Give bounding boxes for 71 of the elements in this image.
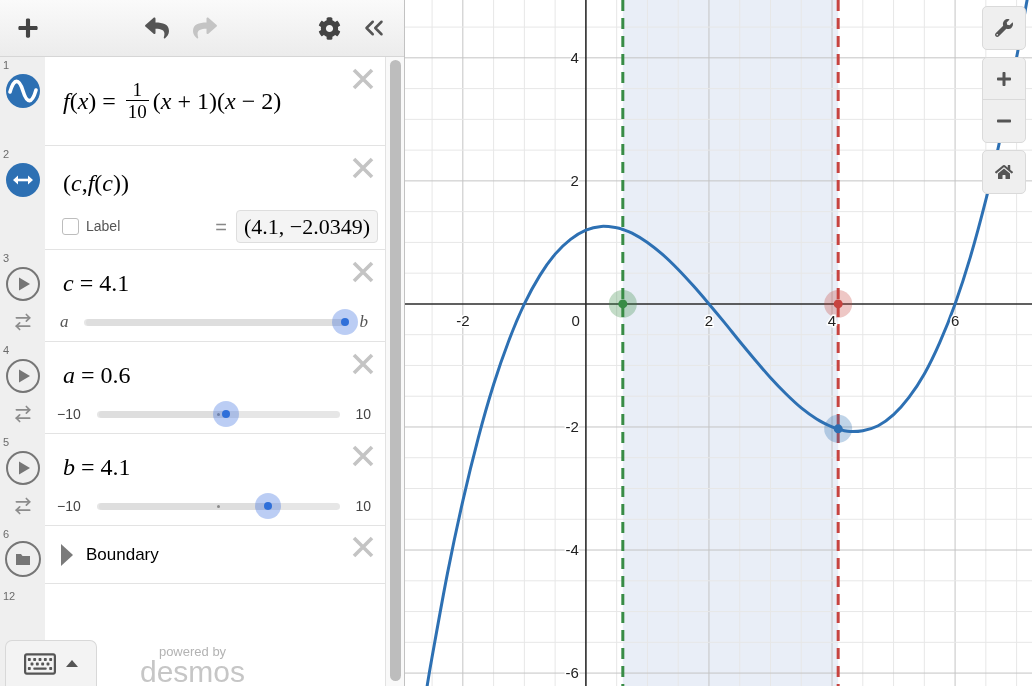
redo-icon [193,16,217,40]
row-number: 6 [2,527,10,540]
axis-tick-label: -2 [565,418,579,435]
close-icon [352,445,374,467]
keyboard-button[interactable] [5,640,97,686]
axis-tick-label: -4 [565,541,579,559]
close-icon [352,261,374,283]
row-number: 12 [2,589,17,602]
close-icon [352,157,374,179]
math-expression: c = 4.1 [63,269,130,297]
origin-label: 0 [571,311,580,329]
slider-min-label: a [60,311,69,334]
graph-point[interactable] [824,414,853,443]
caret-up-icon [66,660,78,667]
slider-min-label: −10 [57,404,81,424]
axis-tick-label: -6 [565,664,579,682]
row-number: 5 [2,435,10,448]
math-expression: (c,f(c)) [63,169,129,197]
wrench-icon [995,19,1013,37]
graph-settings-button[interactable] [982,6,1026,50]
slider-thumb[interactable] [212,401,239,427]
folder-icon[interactable] [4,541,41,577]
close-icon [352,353,374,375]
axis-tick-label: 2 [704,311,714,329]
axis-tick-label: -2 [456,311,470,329]
folder-title: Boundary [86,543,159,566]
row-number: 4 [2,343,10,356]
math-expression: b = 4.1 [63,453,131,481]
slider-thumb[interactable] [331,309,358,335]
slider-min-label: −10 [57,496,81,516]
row-number: 2 [2,147,10,160]
slider-max-label: 10 [355,404,371,424]
plus-icon [17,17,39,39]
math-expression: f(x) = [63,86,117,115]
scrollbar[interactable] [385,57,404,686]
brand-logo-text: desmos [140,659,246,685]
math-expression: a = 0.6 [63,361,131,389]
home-button[interactable] [982,150,1026,194]
powered-by-text: powered by [158,645,227,659]
slider-max-label: 10 [355,496,371,516]
play-icon[interactable] [5,359,40,393]
scrollbar-thumb[interactable] [389,60,401,681]
math-expression: (x + 1)(x − 2) [152,86,282,115]
axis-tick-label: 4 [570,48,579,66]
play-icon[interactable] [5,267,40,301]
play-icon[interactable] [5,451,40,485]
wave-icon[interactable] [5,74,40,108]
label-checkbox[interactable] [62,218,79,235]
undo-icon [145,16,169,40]
slider-thumb[interactable] [254,493,281,519]
home-icon [995,163,1013,181]
evaluation-value: (4.1, −2.0349) [235,210,378,243]
slider-track[interactable] [96,503,341,510]
slider-max-label: b [359,311,368,334]
fraction-numerator: 1 [131,79,144,100]
slider-track[interactable] [96,411,341,418]
plus-icon [996,70,1012,87]
graph-point[interactable] [608,289,637,318]
settings-icon [317,16,341,40]
graph-point[interactable] [824,289,853,318]
axis-tick-label: 4 [827,311,837,329]
caret-icon[interactable] [61,543,73,566]
close-icon [352,68,374,90]
equals-sign: = [215,214,227,240]
axis-tick-label: 6 [950,311,960,329]
checkbox-label: Label [86,217,121,236]
row-number: 3 [2,251,10,264]
close-icon [352,536,374,558]
axis-tick-label: 2 [570,171,579,189]
fraction-denominator: 10 [125,100,149,122]
row-number: 1 [2,58,10,71]
